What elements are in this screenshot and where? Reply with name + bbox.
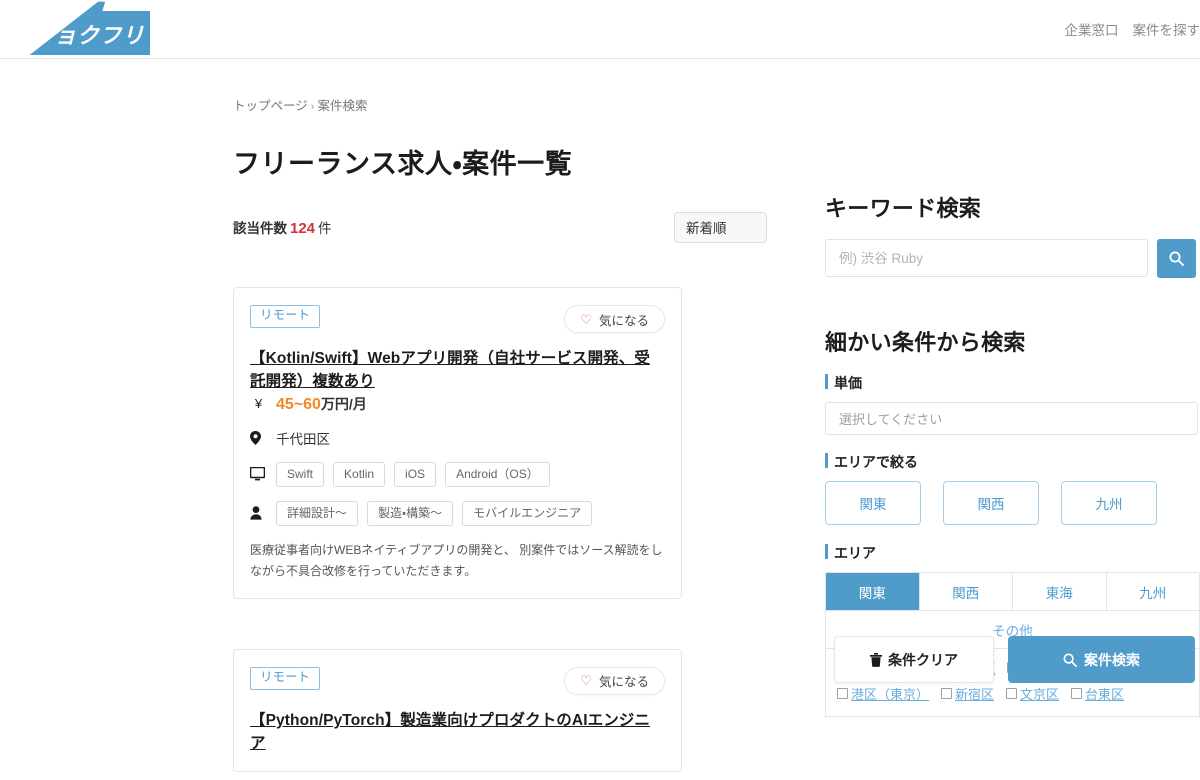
page-title: フリーランス求人・案件一覧 (233, 149, 573, 179)
heart-icon: ♡ (580, 673, 592, 689)
area-checkbox-row: 港区（東京） 新宿区 文京区 台東区 (837, 684, 1188, 703)
remote-badge: リモート (250, 666, 321, 690)
role-chip[interactable]: 詳細設計〜 (276, 500, 359, 526)
results-count: 該当件数 124 件 (233, 217, 332, 237)
site-header: チョクフリ 企業窓口 案件を探す (0, 0, 1200, 59)
logo-text: チョクフリ (32, 24, 145, 49)
keyword-search-heading: キーワード検索 (825, 196, 982, 221)
price-select[interactable]: 選択してください (825, 402, 1198, 435)
job-price-range: 45~60 (276, 395, 321, 413)
apply-search-button[interactable]: 案件検索 (1008, 636, 1195, 683)
skill-chip[interactable]: Kotlin (333, 461, 386, 487)
job-price: 45~60万円/月 (276, 394, 367, 414)
area-checkbox-label: 新宿区 (955, 687, 995, 702)
area-quick-buttons: 関東 関西 九州 (825, 481, 1200, 525)
checkbox-icon[interactable] (1071, 688, 1083, 699)
job-title-link[interactable]: 【Python/PyTorch】製造業向けプロダクトのAIエンジニア (250, 712, 650, 752)
trash-icon (870, 652, 882, 667)
results-column: トップページ › 案件検索 フリーランス求人・案件一覧 該当件数 124 件 新着順 リ… (233, 59, 777, 780)
job-description: 医療従事者向けWEBネイティブアプリの開発と、 別案件ではソース解読をしながら不… (250, 542, 663, 578)
favorite-button[interactable]: ♡ 気になる (564, 666, 665, 695)
job-price-unit: 万円/月 (320, 395, 367, 412)
heart-icon: ♡ (580, 311, 592, 327)
search-input[interactable] (825, 239, 1148, 277)
count-value: 124 (290, 220, 316, 237)
skill-chip[interactable]: iOS (394, 461, 437, 487)
filter-action-bar: 条件クリア 案件検索 (834, 636, 1200, 683)
area-filter-label: エリアで絞る (825, 452, 1200, 472)
job-card-header: リモート ♡ 気になる (250, 305, 665, 333)
area-checkbox[interactable]: 台東区 (1071, 684, 1124, 703)
area-checkbox[interactable]: 新宿区 (941, 684, 994, 703)
job-card[interactable]: リモート ♡ 気になる 【Python/PyTorch】製造業向けプロダクトのA… (233, 648, 682, 773)
sort-select-value: 新着順 (686, 221, 727, 236)
area-tab-kyushu[interactable]: 九州 (1106, 573, 1199, 610)
skill-chip[interactable]: Android（OS） (445, 461, 550, 487)
checkbox-icon[interactable] (1006, 688, 1018, 699)
remote-badge: リモート (250, 305, 321, 328)
search-submit-button[interactable] (1157, 239, 1196, 278)
area-checkbox-label: 港区（東京） (851, 687, 930, 702)
area-tab-kansai[interactable]: 関西 (919, 573, 1013, 610)
clear-filters-button[interactable]: 条件クリア (834, 636, 994, 683)
checkbox-icon[interactable] (941, 688, 953, 699)
person-icon (250, 506, 267, 520)
yen-icon: ¥ (254, 396, 263, 411)
job-card-header: リモート ♡ 気になる (250, 666, 665, 695)
apply-search-label: 案件検索 (1084, 651, 1140, 668)
keyword-search-row (825, 239, 1200, 278)
breadcrumb-current: 案件検索 (317, 99, 368, 113)
map-pin-icon (250, 430, 267, 445)
area-tab-kanto[interactable]: 関東 (826, 573, 920, 610)
nav-link-search-jobs[interactable]: 案件を探す (1133, 19, 1200, 39)
breadcrumb-home[interactable]: トップページ (233, 99, 308, 113)
area-button-kyushu[interactable]: 九州 (1061, 481, 1157, 525)
area-checkbox[interactable]: 港区（東京） (837, 684, 929, 703)
breadcrumb: トップページ › 案件検索 (233, 95, 777, 114)
favorite-label: 気になる (598, 675, 649, 690)
job-roles-row: 詳細設計〜 製造・構築〜 モバイルエンジニア (250, 500, 665, 526)
count-prefix: 該当件数 (233, 221, 287, 236)
job-location-row: 千代田区 (250, 428, 665, 448)
clear-filters-label: 条件クリア (888, 651, 958, 668)
area-section-label: エリア (825, 543, 1200, 563)
count-unit: 件 (318, 221, 332, 236)
search-icon (1063, 652, 1077, 667)
monitor-icon (250, 467, 267, 481)
job-skills-row: Swift Kotlin iOS Android（OS） (250, 461, 665, 487)
price-select-value: 選択してください (839, 412, 943, 427)
nav-link-corporate[interactable]: 企業窓口 (1065, 19, 1119, 39)
search-icon (1169, 251, 1184, 266)
area-tabs: 関東 関西 東海 九州 (826, 573, 1199, 610)
sort-select[interactable]: 新着順 (674, 211, 767, 243)
search-sidebar: キーワード検索 細かい条件から検索 単価 選択してください エリアで絞る 関東 … (825, 59, 1200, 780)
job-price-row: ¥ 45~60万円/月 (250, 394, 665, 414)
job-title-link[interactable]: 【Kotlin/Swift】Webアプリ開発（自社サービス開発、受託開発）複数あ… (250, 350, 650, 390)
checkbox-icon[interactable] (837, 688, 848, 699)
area-button-kanto[interactable]: 関東 (825, 481, 921, 525)
area-tab-tokai[interactable]: 東海 (1013, 573, 1107, 610)
job-location: 千代田区 (276, 431, 330, 447)
job-card[interactable]: リモート ♡ 気になる 【Kotlin/Swift】Webアプリ開発（自社サービ… (233, 287, 682, 599)
favorite-label: 気になる (598, 313, 649, 328)
page-body: トップページ › 案件検索 フリーランス求人・案件一覧 該当件数 124 件 新着順 リ… (0, 59, 1200, 780)
area-checkbox-label: 文京区 (1020, 687, 1060, 702)
results-count-row: 該当件数 124 件 新着順 (233, 211, 777, 243)
detail-search-heading: 細かい条件から検索 (825, 330, 1026, 355)
area-checkbox-label: 台東区 (1085, 687, 1125, 702)
breadcrumb-separator-icon: › (310, 101, 315, 113)
area-checkbox[interactable]: 文京区 (1006, 684, 1059, 703)
header-nav: 企業窓口 案件を探す (1065, 0, 1200, 58)
favorite-button[interactable]: ♡ 気になる (564, 305, 665, 333)
skill-chip[interactable]: Swift (276, 461, 325, 487)
role-chip[interactable]: モバイルエンジニア (462, 500, 593, 526)
site-logo[interactable]: チョクフリ (10, 0, 150, 55)
role-chip[interactable]: 製造・構築〜 (367, 500, 454, 526)
area-button-kansai[interactable]: 関西 (943, 481, 1039, 525)
price-filter-label: 単価 (825, 373, 1200, 393)
